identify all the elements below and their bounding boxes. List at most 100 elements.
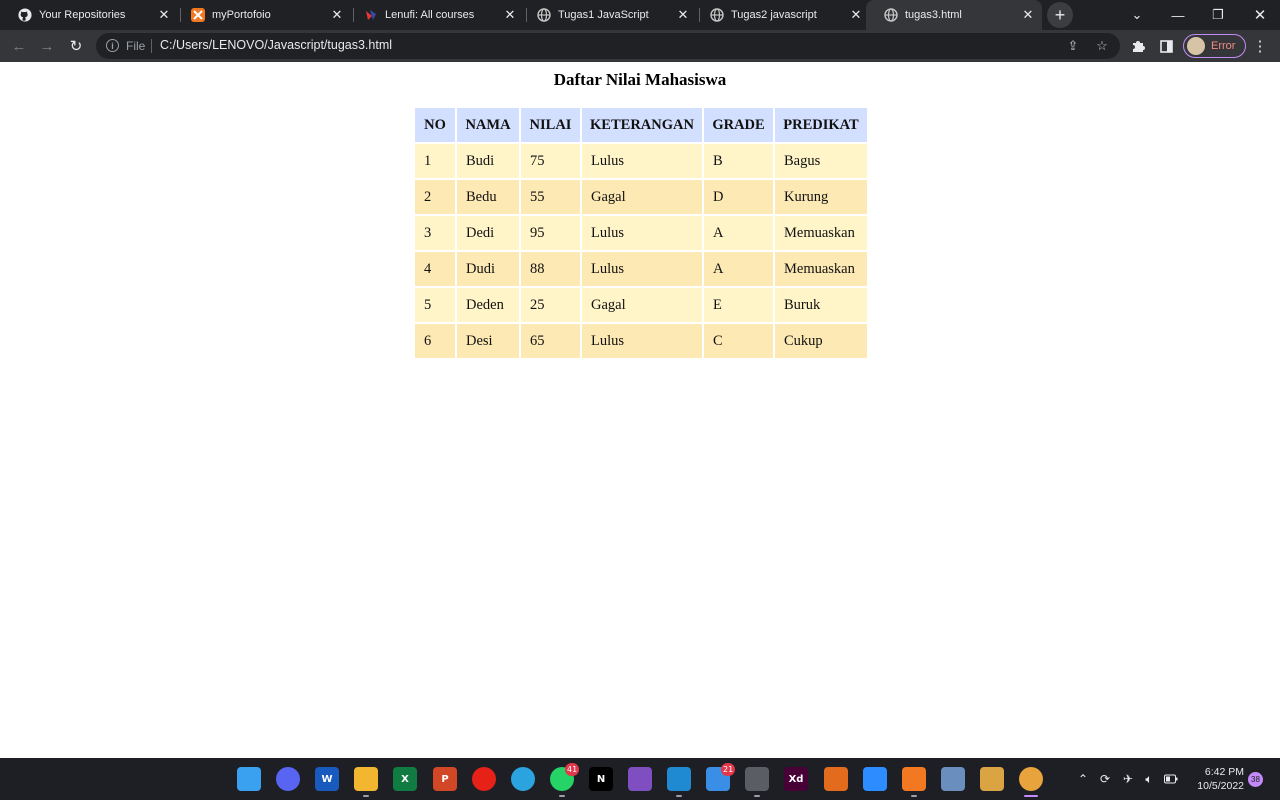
table-cell: Memuaskan (775, 252, 867, 286)
new-tab-button[interactable]: + (1047, 2, 1073, 28)
table-header-row: NO NAMA NILAI KETERANGAN GRADE PREDIKAT (415, 108, 867, 142)
tab-title: Tugas1 JavaScript (558, 9, 649, 21)
table-cell: Lulus (582, 252, 702, 286)
column-header: NO (415, 108, 455, 142)
address-bar[interactable]: i File C:/Users/LENOVO/Javascript/tugas3… (96, 33, 1120, 59)
notification-count-badge[interactable]: 38 (1248, 772, 1263, 787)
url-text[interactable]: C:/Users/LENOVO/Javascript/tugas3.html (160, 38, 392, 52)
powerpoint-icon[interactable]: P (433, 767, 457, 791)
table-cell: A (704, 252, 773, 286)
close-tab-icon[interactable]: ✕ (1020, 7, 1036, 23)
discord-icon[interactable] (276, 767, 300, 791)
chevron-up-icon[interactable]: ⌃ (1075, 771, 1091, 787)
reload-icon[interactable]: ↻ (64, 34, 88, 58)
omnibox-divider (151, 39, 152, 53)
close-tab-icon[interactable]: ✕ (502, 7, 518, 23)
visual-studio-icon[interactable] (628, 767, 652, 791)
lenufi-icon (364, 8, 378, 22)
table-cell: 4 (415, 252, 455, 286)
virtualbox-icon[interactable] (941, 767, 965, 791)
system-clock[interactable]: 6:42 PM 10/5/2022 (1190, 765, 1244, 793)
xampp-icon[interactable] (902, 767, 926, 791)
globe-icon (884, 8, 898, 22)
tab-myportofoio[interactable]: myPortofoio ✕ (173, 0, 351, 30)
tab-lenufi-courses[interactable]: Lenufi: All courses ✕ (346, 0, 524, 30)
netflix-icon[interactable]: N (589, 767, 613, 791)
close-tab-icon[interactable]: ✕ (848, 7, 864, 23)
airplane-mode-icon[interactable]: ✈ (1120, 771, 1136, 787)
grades-table: NO NAMA NILAI KETERANGAN GRADE PREDIKAT … (413, 106, 869, 360)
table-cell: 95 (521, 216, 580, 250)
close-tab-icon[interactable]: ✕ (675, 7, 691, 23)
tab-title: Lenufi: All courses (385, 9, 475, 21)
table-cell: 88 (521, 252, 580, 286)
profile-button[interactable]: Error (1183, 34, 1246, 58)
clock-time: 6:42 PM (1204, 766, 1244, 778)
table-row: 6 Desi 65 Lulus C Cukup (415, 324, 867, 358)
windows-start-icon[interactable] (237, 767, 261, 791)
file-explorer-icon[interactable] (354, 767, 378, 791)
more-menu-icon[interactable]: ⋮ (1250, 36, 1270, 56)
battery-icon[interactable] (1163, 771, 1179, 787)
table-cell: D (704, 180, 773, 214)
table-cell: 1 (415, 144, 455, 178)
table-cell: Lulus (582, 216, 702, 250)
table-cell: Lulus (582, 144, 702, 178)
sync-icon[interactable]: ⟳ (1097, 771, 1113, 787)
extensions-puzzle-icon[interactable] (1128, 36, 1148, 56)
running-indicator (911, 795, 917, 797)
restore-icon[interactable]: ❐ (1198, 0, 1238, 30)
table-cell: Memuaskan (775, 216, 867, 250)
excel-icon[interactable]: X (393, 767, 417, 791)
close-window-icon[interactable]: ✕ (1240, 0, 1280, 30)
browser-toolbar: ← → ↻ i File C:/Users/LENOVO/Javascript/… (0, 30, 1280, 62)
bookmark-star-icon[interactable]: ☆ (1093, 37, 1111, 55)
tab-title: Your Repositories (39, 9, 126, 21)
unread-badge: 21 (721, 763, 736, 776)
table-cell: 5 (415, 288, 455, 322)
forward-arrow-icon[interactable]: → (35, 34, 59, 58)
browser-tab-strip: Your Repositories ✕ myPortofoio ✕ Lenufi… (0, 0, 1280, 30)
table-cell: Cukup (775, 324, 867, 358)
adobe-xd-icon[interactable]: Xd (784, 767, 808, 791)
table-row: 3 Dedi 95 Lulus A Memuaskan (415, 216, 867, 250)
xampp-icon (191, 8, 205, 22)
scheme-label: File (126, 39, 146, 53)
back-arrow-icon[interactable]: ← (7, 34, 31, 58)
chrome-icon[interactable] (1019, 767, 1043, 791)
tab-search-chevron-down-icon[interactable]: ⌄ (1117, 0, 1157, 30)
tab-tugas2-javascript[interactable]: Tugas2 javascript ✕ (692, 0, 870, 30)
table-cell: 75 (521, 144, 580, 178)
youtube-music-icon[interactable] (472, 767, 496, 791)
column-header: KETERANGAN (582, 108, 702, 142)
vscode-icon[interactable] (667, 767, 691, 791)
table-row: 1 Budi 75 Lulus B Bagus (415, 144, 867, 178)
profile-status: Error (1211, 40, 1236, 52)
close-tab-icon[interactable]: ✕ (329, 7, 345, 23)
telegram-icon[interactable] (511, 767, 535, 791)
volume-icon[interactable]: 🔈︎ (1141, 771, 1157, 787)
share-icon[interactable]: ⇪ (1064, 37, 1082, 55)
clock-date: 10/5/2022 (1197, 780, 1244, 792)
column-header: GRADE (704, 108, 773, 142)
info-icon[interactable]: i (106, 39, 119, 52)
zoom-icon[interactable] (863, 767, 887, 791)
table-row: 2 Bedu 55 Gagal D Kurung (415, 180, 867, 214)
table-cell: 6 (415, 324, 455, 358)
minimize-icon[interactable]: — (1158, 0, 1198, 30)
table-cell: Lulus (582, 324, 702, 358)
table-cell: Dudi (457, 252, 519, 286)
tab-tugas1-javascript[interactable]: Tugas1 JavaScript ✕ (519, 0, 697, 30)
table-cell: Dedi (457, 216, 519, 250)
table-cell: Buruk (775, 288, 867, 322)
page-title: Daftar Nilai Mahasiswa (553, 70, 727, 89)
close-tab-icon[interactable]: ✕ (156, 7, 172, 23)
side-panel-icon[interactable] (1156, 36, 1176, 56)
git-tool-icon[interactable] (980, 767, 1004, 791)
tab-your-repositories[interactable]: Your Repositories ✕ (0, 0, 178, 30)
table-cell: Bedu (457, 180, 519, 214)
word-icon[interactable]: W (315, 767, 339, 791)
tab-tugas3-html[interactable]: tugas3.html ✕ (866, 0, 1042, 30)
snipping-tool-icon[interactable] (745, 767, 769, 791)
matlab-icon[interactable] (824, 767, 848, 791)
